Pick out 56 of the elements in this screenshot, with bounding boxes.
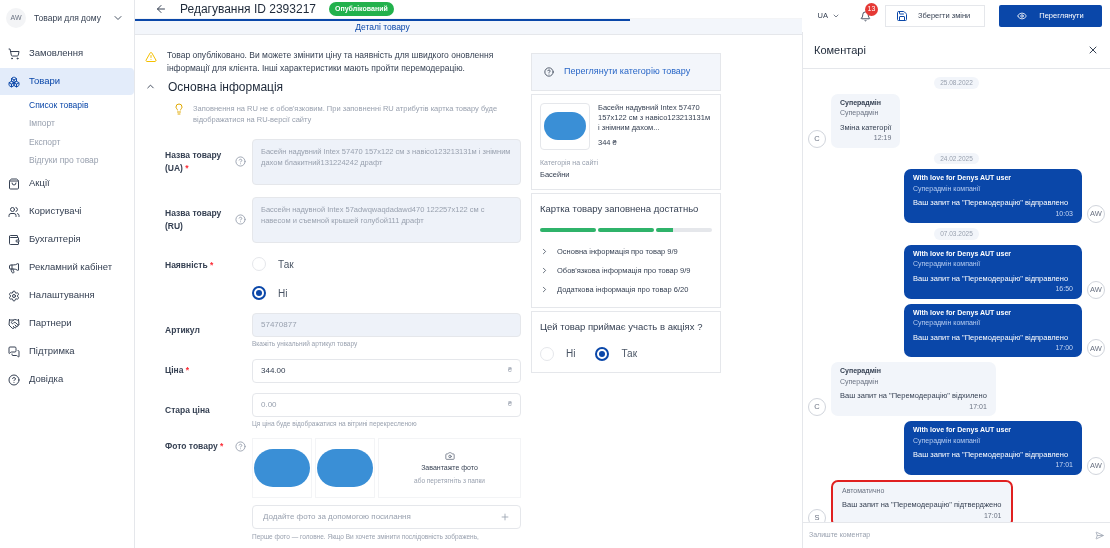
handshake-icon (8, 317, 20, 330)
category-link-button[interactable]: Переглянути категорію товару (531, 52, 721, 91)
photo-placeholder (317, 449, 373, 488)
photo-placeholder (254, 449, 310, 488)
sidebar-item[interactable]: Довідка (0, 366, 134, 393)
completeness-title: Картка товару заповнена достатньо (540, 201, 700, 216)
field-label: Стара ціна (165, 403, 211, 417)
help-icon[interactable] (235, 441, 246, 453)
cart-icon (8, 47, 20, 60)
back-arrow-icon[interactable] (155, 3, 167, 15)
sidebar-item[interactable]: Товари (0, 68, 134, 95)
warning-icon (145, 50, 157, 63)
field-label: Артикул (165, 324, 201, 338)
megaphone-icon (8, 261, 20, 274)
plus-icon[interactable] (500, 512, 510, 523)
section-title: Основна інформація (168, 78, 284, 96)
photo-placeholder (544, 112, 586, 141)
close-icon[interactable] (1087, 44, 1099, 56)
radio-option[interactable]: Так (252, 256, 521, 272)
page-title: Редагування ID 2393217 (180, 1, 316, 18)
radio-option[interactable]: Ні (540, 346, 576, 361)
camera-icon (444, 451, 455, 462)
users-icon (8, 205, 20, 218)
sidebar-item[interactable]: Акції (0, 170, 134, 197)
store-name[interactable]: Товари для дому (34, 11, 104, 25)
field-label: Фото товару * (165, 440, 225, 454)
eye-icon (1017, 11, 1028, 21)
help-icon (8, 373, 20, 386)
sidebar-item[interactable]: Замовлення (0, 40, 134, 67)
chat-icon (8, 345, 20, 358)
send-icon[interactable] (1095, 531, 1104, 540)
gear-icon (8, 289, 20, 302)
field-label: Наявність * (165, 258, 215, 272)
chevron-down-icon (832, 12, 840, 20)
field-label: Ціна * (165, 364, 191, 377)
save-icon (896, 10, 908, 22)
sidebar-item[interactable]: Налаштування (0, 282, 134, 309)
boxes-icon (8, 75, 20, 88)
field-label: Назва товару (UA) * (165, 148, 223, 175)
sidebar-item[interactable]: Підтримка (0, 338, 134, 365)
sidebar-item[interactable]: Партнери (0, 310, 134, 337)
promo-question: Цей товар приймає участь в акціях ? (540, 319, 704, 334)
field-label: Назва товару (RU) (165, 206, 223, 233)
sidebar-item[interactable]: Рекламний кабінет (0, 254, 134, 281)
sidebar-item[interactable]: Користувачі (0, 198, 134, 225)
sidebar-subitem[interactable]: Список товарів (0, 96, 134, 115)
bell-icon[interactable] (860, 10, 871, 22)
help-icon (544, 66, 554, 77)
sidebar-item[interactable]: Бухгалтерія (0, 226, 134, 253)
radio-option[interactable]: Ні (252, 285, 521, 301)
bulb-icon (173, 102, 185, 115)
radio-option[interactable]: Так (595, 346, 638, 361)
panel-title: Коментарі (814, 42, 867, 58)
wallet-icon (8, 233, 20, 246)
notice-text: Товар опубліковано. Ви можете змінити ціну та наявність для швидкого оновлення інформації для клієнта. Інші характеристики мають пройти перемодерацію. (167, 48, 495, 75)
bag-icon (8, 177, 20, 190)
